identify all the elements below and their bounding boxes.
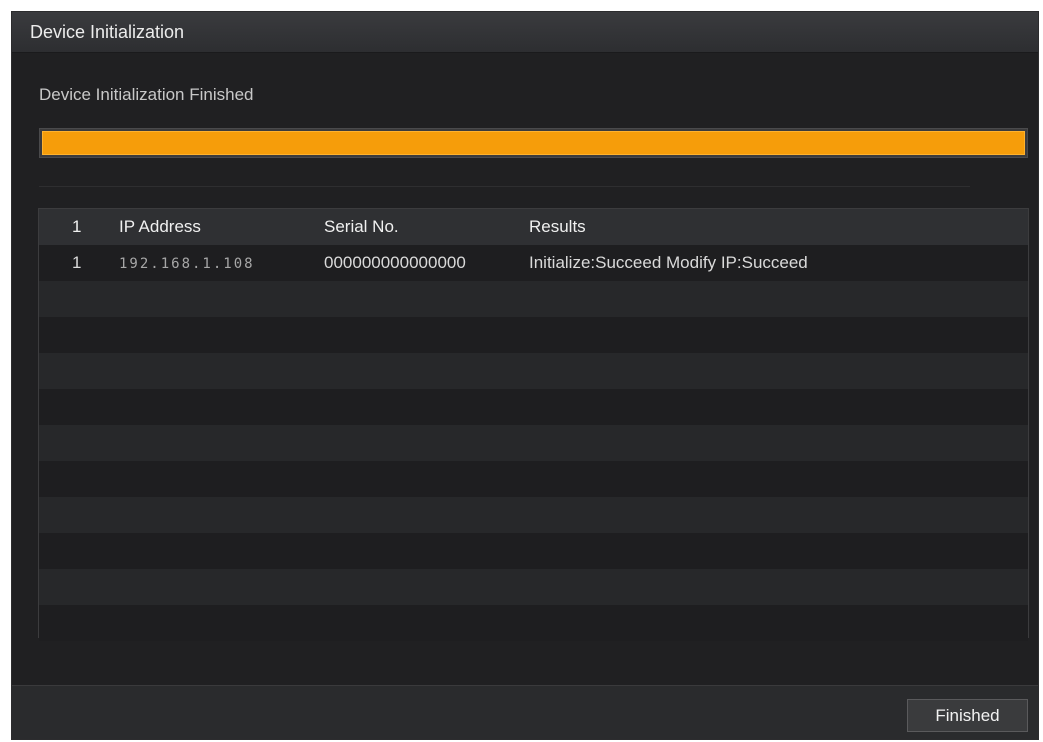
- table-row-empty: [39, 425, 1028, 461]
- table-row-empty: [39, 461, 1028, 497]
- status-text: Device Initialization Finished: [39, 85, 254, 104]
- table-row-empty: [39, 317, 1028, 353]
- divider: [39, 186, 970, 187]
- table-row-empty: [39, 533, 1028, 569]
- results-table: 1 IP Address Serial No. Results 1 192.16…: [38, 208, 1029, 641]
- table-header: 1 IP Address Serial No. Results: [39, 209, 1028, 245]
- header-ip-address[interactable]: IP Address: [119, 217, 324, 237]
- device-initialization-dialog: Device Initialization Device Initializat…: [11, 11, 1039, 740]
- table-row-empty: [39, 281, 1028, 317]
- table-row-empty: [39, 353, 1028, 389]
- table-row-empty: [39, 497, 1028, 533]
- dialog-title: Device Initialization: [12, 12, 1038, 53]
- header-index[interactable]: 1: [39, 217, 119, 237]
- header-results[interactable]: Results: [529, 217, 1028, 237]
- table-row[interactable]: 1 192.168.1.108 000000000000000 Initiali…: [39, 245, 1028, 281]
- dialog-footer: Finished: [12, 685, 1038, 739]
- table-row-empty: [39, 389, 1028, 425]
- table-row-empty: [39, 605, 1028, 641]
- row-results: Initialize:Succeed Modify IP:Succeed: [529, 253, 808, 272]
- row-ip-address: 192.168.1.108: [119, 253, 324, 273]
- progress-fill: [42, 131, 1025, 155]
- row-serial-no: 000000000000000: [324, 253, 466, 272]
- header-serial-no[interactable]: Serial No.: [324, 217, 529, 237]
- progress-bar: [39, 128, 1028, 158]
- table-row-empty: [39, 569, 1028, 605]
- row-index: 1: [72, 253, 82, 272]
- finished-button[interactable]: Finished: [907, 699, 1028, 732]
- ip-address-value: 192.168.1.108: [119, 256, 255, 272]
